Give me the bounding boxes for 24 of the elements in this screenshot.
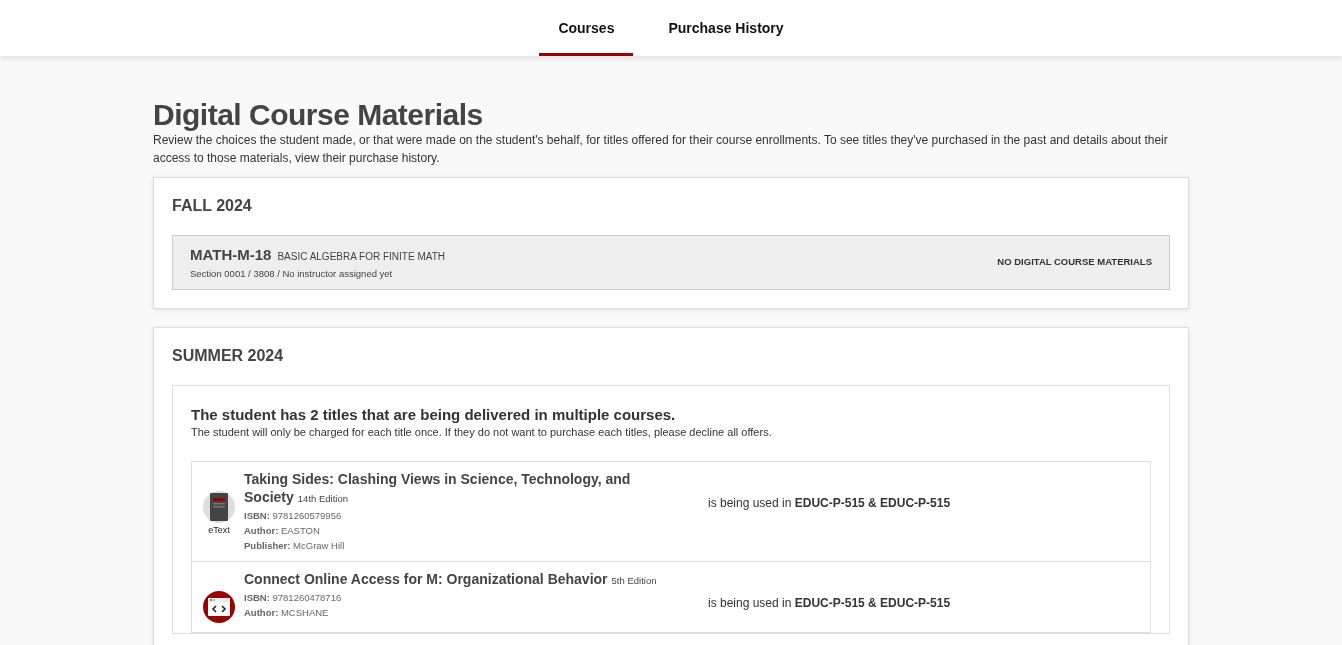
section-info: Section 0001 / 3808 / No instructor assigned yet	[190, 266, 394, 281]
intro-text: Review the choices the student made, or that were made on the student's behalf, for titles offered for their course enrollments. To see titles they've purchased in the past and details about their access to those materials, view their purchase history.	[153, 132, 1169, 167]
usage-text: is being used in EDUC-P-515 & EDUC-P-515	[708, 594, 951, 612]
page-title: Digital Course Materials	[153, 98, 484, 131]
book-title: Taking Sides: Clashing Views in Science, Technology, and Society 14th Edition	[244, 469, 632, 507]
book-detail: ISBN: 9781260579956	[244, 508, 343, 523]
icon-label: eText	[208, 523, 230, 537]
course-status: NO DIGITAL COURSE MATERIALS	[997, 255, 1152, 270]
nav-tab[interactable]: Purchase History	[649, 0, 803, 56]
code-window-icon	[202, 589, 236, 624]
book-icon	[202, 489, 236, 524]
nav-tab[interactable]: Courses	[539, 0, 634, 56]
book-detail: Author: MCSHANE	[244, 605, 330, 620]
course-code: MATH-M-18	[190, 246, 272, 264]
book-detail: Publisher: McGraw Hill	[244, 538, 346, 553]
usage-text: is being used in EDUC-P-515 & EDUC-P-515	[708, 494, 951, 512]
notice-text: The student will only be charged for each title once. If they do not want to purchase each titles, please decline all offers.	[191, 425, 773, 441]
book-detail: Author: EASTON	[244, 523, 321, 538]
term-title: FALL 2024	[172, 196, 253, 216]
book-detail: ISBN: 9781260478716	[244, 590, 343, 605]
course-name: BASIC ALGEBRA FOR FINITE MATH	[277, 251, 445, 263]
book-title: Connect Online Access for M: Organizational Behavior 5th Edition	[244, 569, 658, 589]
term-title: SUMMER 2024	[172, 345, 285, 366]
notice-title: The student has 2 titles that are being delivered in multiple courses.	[191, 406, 677, 425]
